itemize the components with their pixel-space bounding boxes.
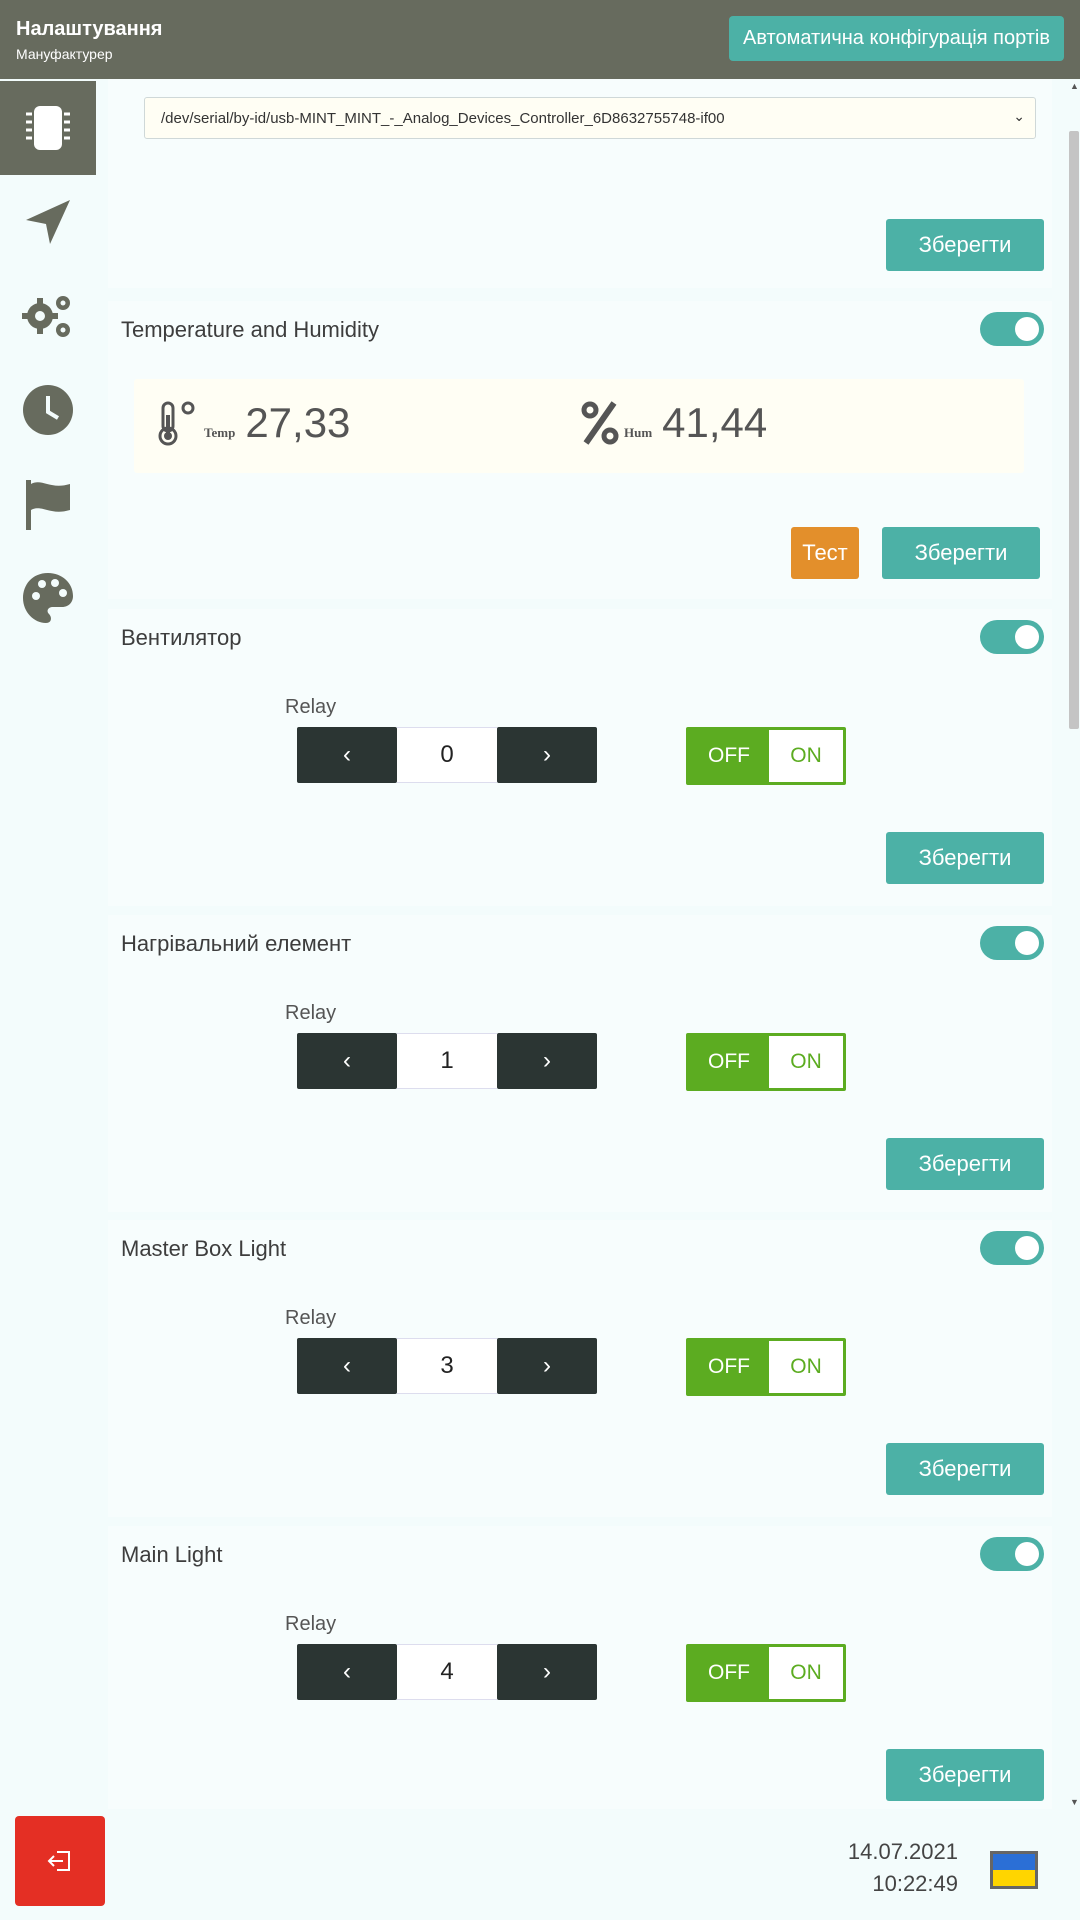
relay-label: Relay	[285, 1307, 337, 1329]
temperature-save-button[interactable]: Зберегти	[882, 527, 1040, 579]
palette-icon	[23, 573, 73, 623]
fan-save-button[interactable]: Зберегти	[886, 832, 1044, 884]
relay-number[interactable]: 3	[397, 1338, 497, 1394]
port-save-button[interactable]: Зберегти	[886, 219, 1044, 271]
off-option[interactable]: OFF	[689, 730, 769, 782]
master-box-light-save-button[interactable]: Зберегти	[886, 1443, 1044, 1495]
scroll-thumb[interactable]	[1069, 131, 1079, 729]
sidebar-item-devices[interactable]	[0, 81, 96, 175]
relay-label: Relay	[285, 1613, 337, 1635]
on-option[interactable]: ON	[769, 730, 843, 782]
port-select-value: /dev/serial/by-id/usb-MINT_MINT_-_Analog…	[161, 109, 725, 127]
sidebar-item-navigation[interactable]	[0, 175, 96, 269]
auto-config-ports-button[interactable]: Автоматична конфігурація портів	[728, 16, 1064, 61]
humidity-reading: Hum 41,44	[580, 399, 767, 447]
sidebar-item-theme[interactable]	[0, 551, 96, 645]
relay-switch[interactable]: OFF ON	[686, 727, 846, 785]
percent-icon	[581, 401, 619, 445]
on-option[interactable]: ON	[769, 1341, 843, 1393]
relay-card-fan: Вентилятор Relay ‹ 0 › OFF ON Зберегти	[108, 609, 1052, 906]
logout-icon	[47, 1851, 70, 1871]
location-arrow-icon	[26, 200, 70, 244]
on-option[interactable]: ON	[769, 1036, 843, 1088]
chevron-left-icon[interactable]: ‹	[297, 1338, 397, 1394]
chevron-left-icon[interactable]: ‹	[297, 727, 397, 783]
temperature-humidity-card: Temperature and Humidity Temp 27,33 Hum …	[108, 301, 1052, 599]
sidebar	[0, 79, 96, 1809]
off-option[interactable]: OFF	[689, 1647, 769, 1699]
page-subtitle: Мануфактурер	[16, 46, 113, 62]
page-title: Налаштування	[16, 18, 163, 40]
heater-enable-toggle[interactable]	[980, 926, 1044, 960]
language-flag-icon[interactable]	[990, 1851, 1038, 1889]
relay-label: Relay	[285, 696, 337, 718]
test-button[interactable]: Тест	[791, 527, 859, 579]
relay-stepper: ‹ 4 ›	[297, 1644, 597, 1700]
chevron-left-icon[interactable]: ‹	[297, 1644, 397, 1700]
chevron-down-icon: ⌄	[1013, 108, 1025, 124]
date-text: 14.07.2021	[847, 1839, 958, 1864]
card-title: Нагрівальний елемент	[121, 931, 352, 956]
main-content: /dev/serial/by-id/usb-MINT_MINT_-_Analog…	[96, 79, 1074, 1809]
flag-icon	[26, 480, 70, 530]
temperature-enable-toggle[interactable]	[980, 312, 1044, 346]
relay-stepper: ‹ 0 ›	[297, 727, 597, 783]
chevron-right-icon[interactable]: ›	[497, 727, 597, 783]
logout-button[interactable]	[15, 1816, 105, 1906]
relay-switch[interactable]: OFF ON	[686, 1033, 846, 1091]
humidity-label: Hum	[624, 425, 653, 440]
port-card: /dev/serial/by-id/usb-MINT_MINT_-_Analog…	[108, 79, 1052, 288]
relay-card-heater: Нагрівальний елемент Relay ‹ 1 › OFF ON …	[108, 915, 1052, 1212]
gears-icon	[22, 296, 70, 337]
relay-label: Relay	[285, 1002, 337, 1024]
humidity-value: 41,44	[662, 399, 768, 446]
sidebar-item-settings[interactable]	[0, 269, 96, 363]
master-box-light-enable-toggle[interactable]	[980, 1231, 1044, 1265]
fan-enable-toggle[interactable]	[980, 620, 1044, 654]
relay-card-main-light: Main Light Relay ‹ 4 › OFF ON Зберегти	[108, 1526, 1052, 1809]
off-option[interactable]: OFF	[689, 1341, 769, 1393]
chip-icon	[26, 106, 70, 150]
on-option[interactable]: ON	[769, 1647, 843, 1699]
relay-stepper: ‹ 1 ›	[297, 1033, 597, 1089]
top-bar: Налаштування Мануфактурер Автоматична ко…	[0, 0, 1080, 79]
sidebar-item-schedule[interactable]	[0, 363, 96, 457]
card-title: Master Box Light	[121, 1236, 287, 1261]
chevron-left-icon[interactable]: ‹	[297, 1033, 397, 1089]
thermometer-icon	[158, 401, 195, 446]
relay-number[interactable]: 1	[397, 1033, 497, 1089]
relay-number[interactable]: 4	[397, 1644, 497, 1700]
chevron-right-icon[interactable]: ›	[497, 1338, 597, 1394]
temperature-label: Temp	[204, 425, 236, 440]
main-light-save-button[interactable]: Зберегти	[886, 1749, 1044, 1801]
temperature-reading: Temp 27,33	[156, 399, 350, 447]
datetime-display: 14.07.2021 10:22:49	[848, 1836, 958, 1900]
relay-switch[interactable]: OFF ON	[686, 1338, 846, 1396]
clock-icon	[23, 385, 73, 435]
main-light-enable-toggle[interactable]	[980, 1537, 1044, 1571]
sidebar-item-flags[interactable]	[0, 457, 96, 551]
chevron-right-icon[interactable]: ›	[497, 1033, 597, 1089]
card-title: Main Light	[121, 1542, 223, 1567]
time-text: 10:22:49	[872, 1871, 958, 1896]
card-title: Вентилятор	[121, 625, 242, 650]
temperature-value: 27,33	[245, 399, 351, 446]
heater-save-button[interactable]: Зберегти	[886, 1138, 1044, 1190]
scroll-up-icon[interactable]: ▲	[1070, 81, 1079, 91]
off-option[interactable]: OFF	[689, 1036, 769, 1088]
sensor-readings: Temp 27,33 Hum 41,44	[134, 379, 1024, 473]
card-title: Temperature and Humidity	[121, 317, 380, 342]
relay-switch[interactable]: OFF ON	[686, 1644, 846, 1702]
port-select[interactable]: /dev/serial/by-id/usb-MINT_MINT_-_Analog…	[144, 97, 1036, 139]
relay-stepper: ‹ 3 ›	[297, 1338, 597, 1394]
relay-card-master-box-light: Master Box Light Relay ‹ 3 › OFF ON Збер…	[108, 1220, 1052, 1517]
scrollbar[interactable]: ▲ ▼	[1068, 79, 1080, 1809]
chevron-right-icon[interactable]: ›	[497, 1644, 597, 1700]
relay-number[interactable]: 0	[397, 727, 497, 783]
scroll-down-icon[interactable]: ▼	[1070, 1797, 1079, 1807]
